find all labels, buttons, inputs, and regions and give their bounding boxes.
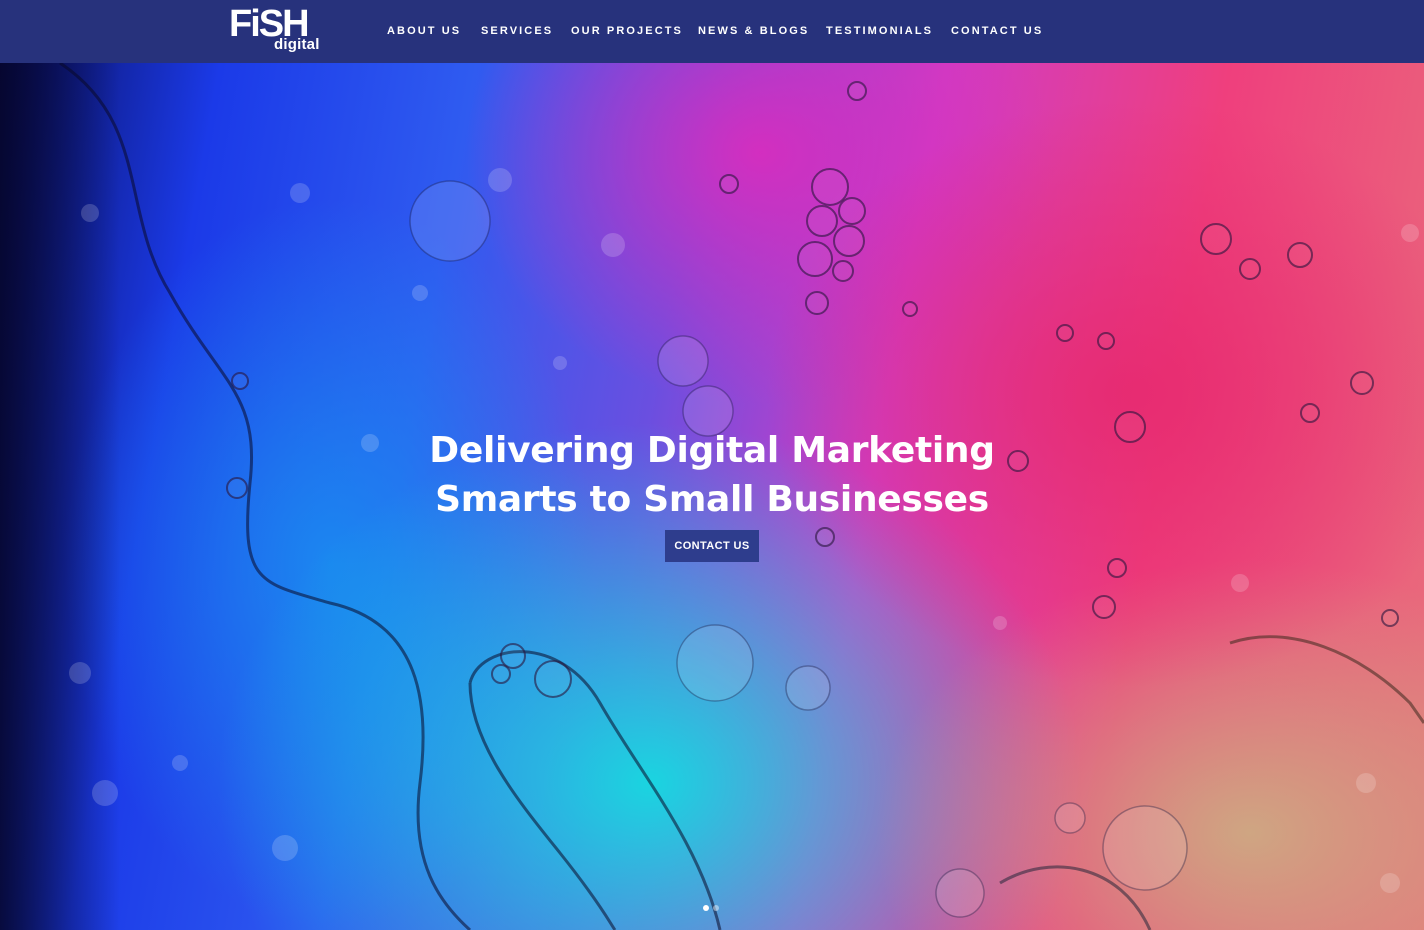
fish-digital-logo[interactable]: FiSH digital bbox=[229, 5, 321, 56]
nav-contact-us[interactable]: CONTACT US bbox=[951, 24, 1043, 38]
logo-subtext: digital bbox=[274, 36, 320, 53]
site-header: FiSH digital ABOUT US SERVICES OUR PROJE… bbox=[0, 0, 1424, 63]
nav-our-projects[interactable]: OUR PROJECTS bbox=[571, 24, 683, 38]
hero-slider: Delivering Digital Marketing Smarts to S… bbox=[0, 63, 1424, 930]
nav-news-blogs[interactable]: NEWS & BLOGS bbox=[698, 24, 809, 38]
contact-us-button[interactable]: CONTACT US bbox=[665, 530, 759, 562]
slider-dot-2[interactable] bbox=[713, 905, 719, 911]
hero-headline-line2: Smarts to Small Businesses bbox=[435, 479, 989, 520]
nav-about-us[interactable]: ABOUT US bbox=[387, 24, 461, 38]
hero-headline: Delivering Digital Marketing Smarts to S… bbox=[362, 426, 1062, 524]
nav-testimonials[interactable]: TESTIMONIALS bbox=[826, 24, 933, 38]
slider-dot-1[interactable] bbox=[703, 905, 709, 911]
nav-services[interactable]: SERVICES bbox=[481, 24, 553, 38]
hero-headline-line1: Delivering Digital Marketing bbox=[429, 430, 995, 471]
